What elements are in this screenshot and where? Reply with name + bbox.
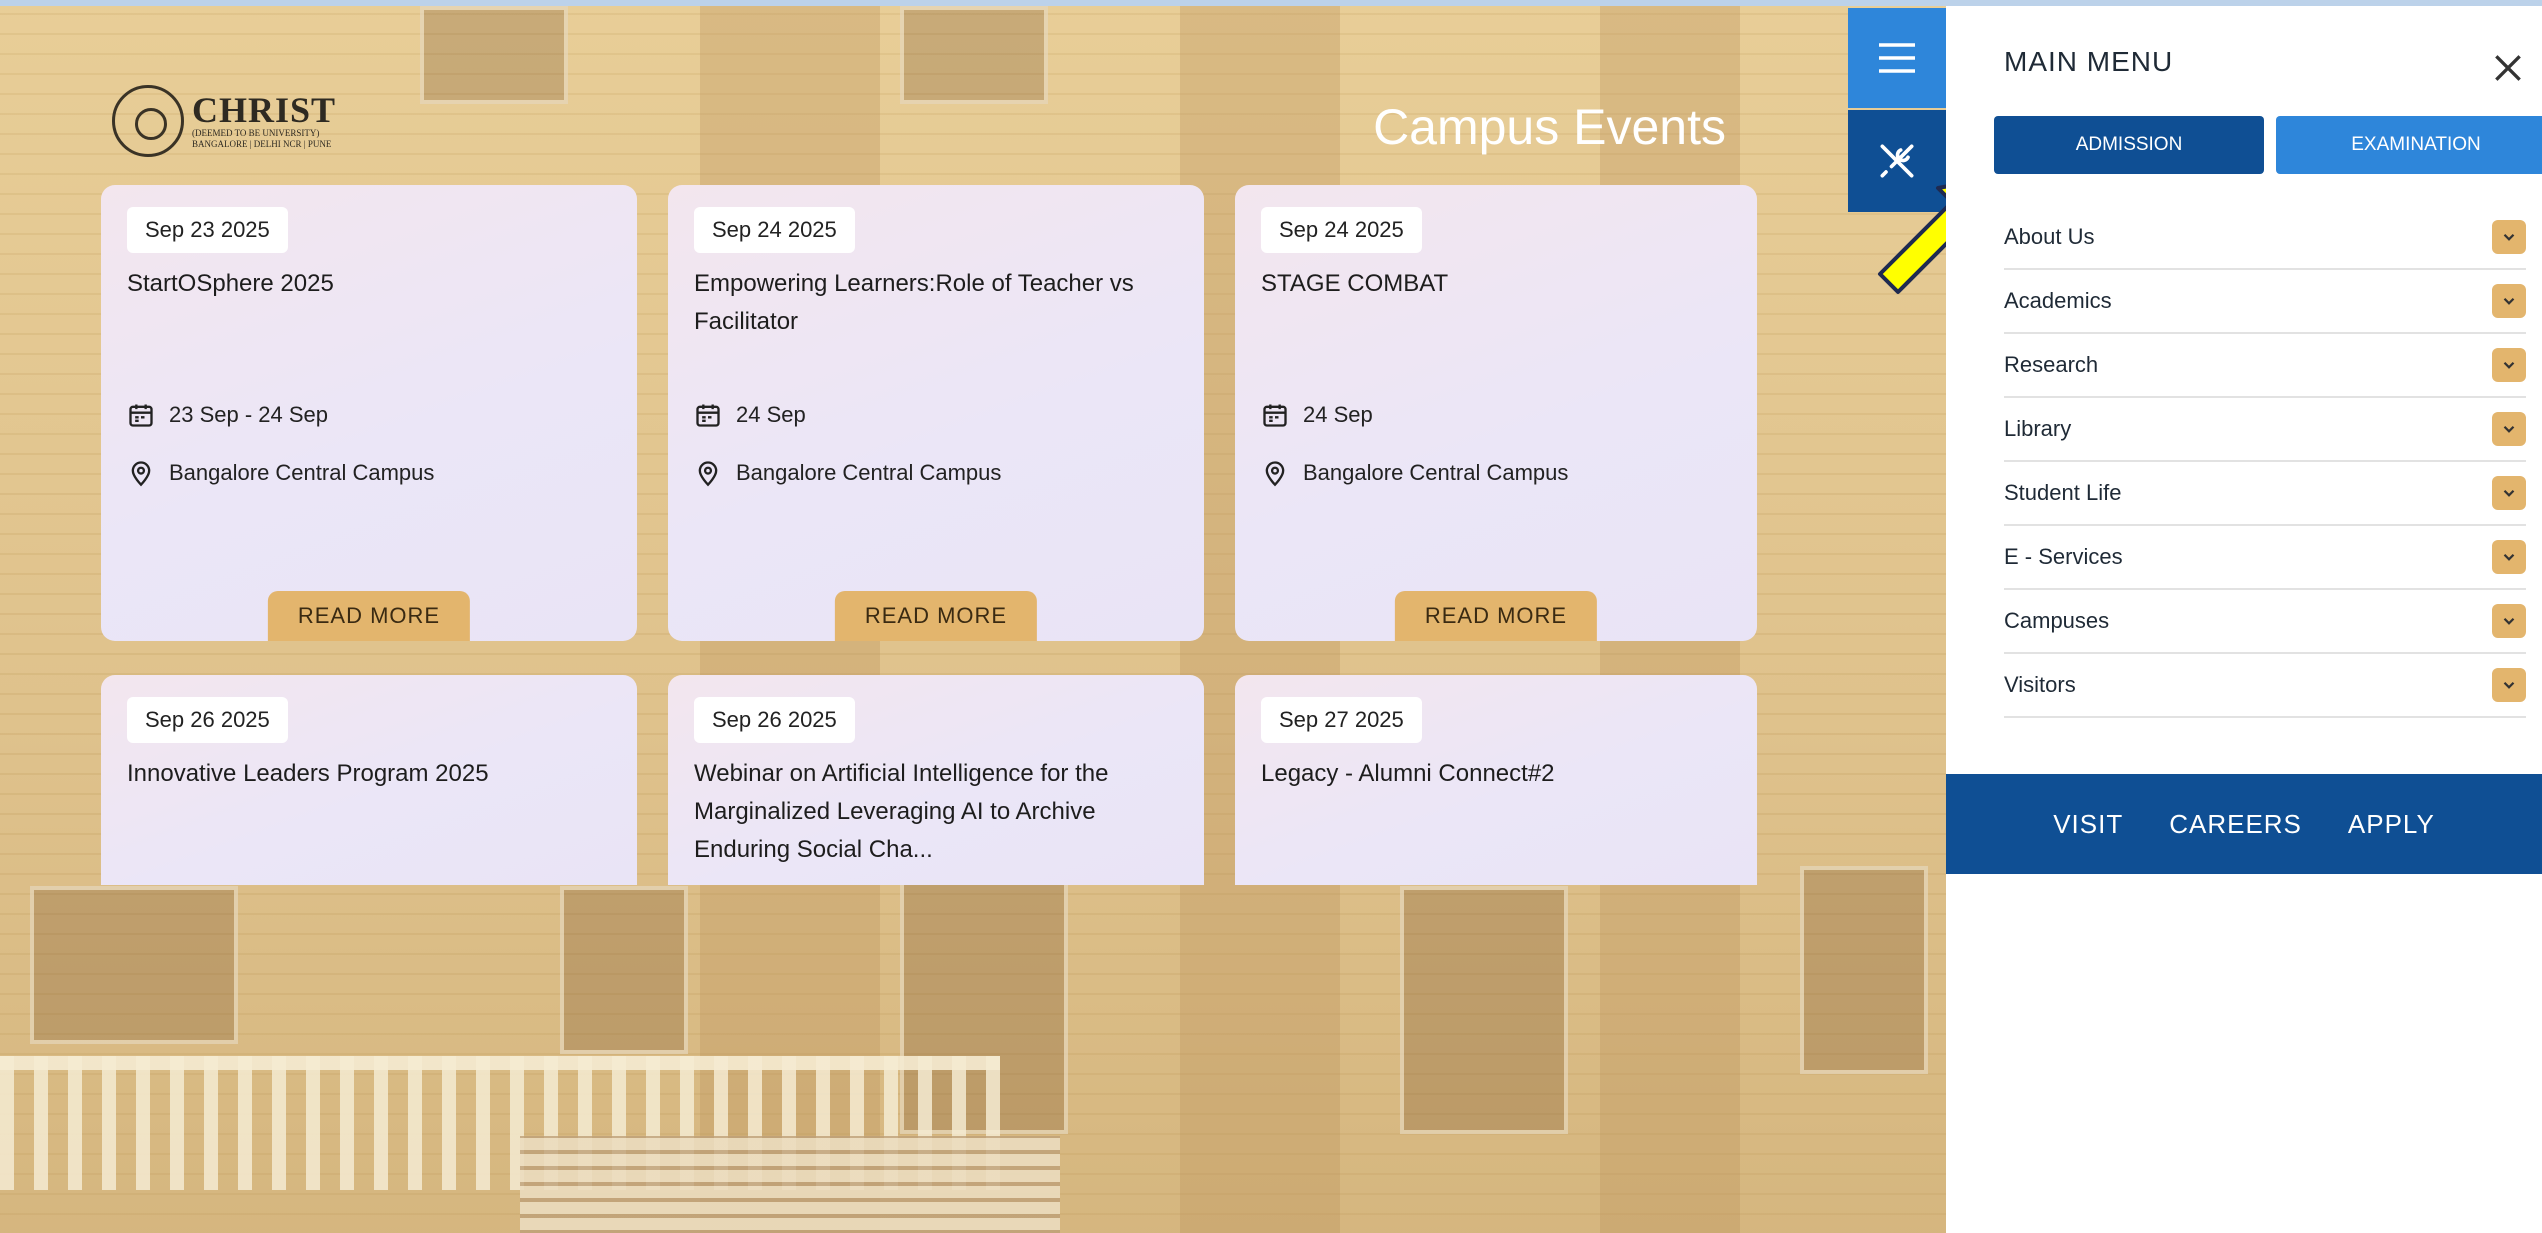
menu-item-label: Academics <box>2004 288 2112 313</box>
chevron-down-icon[interactable] <box>2492 540 2526 574</box>
menu-item-label: Visitors <box>2004 672 2076 697</box>
event-title[interactable]: Innovative Leaders Program 2025 <box>127 755 611 793</box>
menu-item-academics[interactable]: Academics <box>2004 270 2526 334</box>
menu-item-campuses[interactable]: Campuses <box>2004 590 2526 654</box>
event-card[interactable]: Sep 27 2025 Legacy - Alumni Connect#2 <box>1235 675 1757 885</box>
menu-toggle-button[interactable] <box>1848 8 1946 108</box>
logo-text: CHRIST (DEEMED TO BE UNIVERSITY) BANGALO… <box>192 92 336 150</box>
main-menu-panel: MAIN MENU ADMISSION EXAMINATION About Us… <box>1946 6 2542 1233</box>
menu-item-research[interactable]: Research <box>2004 334 2526 398</box>
event-where-text: Bangalore Central Campus <box>169 460 435 485</box>
menu-item-student-life[interactable]: Student Life <box>2004 462 2526 526</box>
event-title[interactable]: Legacy - Alumni Connect#2 <box>1261 755 1731 793</box>
event-when-text: 24 Sep <box>1303 402 1373 427</box>
read-more-button[interactable]: READ MORE <box>834 591 1038 641</box>
event-date: Sep 26 2025 <box>127 697 288 743</box>
menu-item-label: Research <box>2004 352 2099 377</box>
section-title: Campus Events <box>1373 99 1726 155</box>
chevron-down-icon[interactable] <box>2492 476 2526 510</box>
chevron-down-icon[interactable] <box>2492 668 2526 702</box>
event-where-text: Bangalore Central Campus <box>736 460 1002 485</box>
event-when: 24 Sep <box>1261 401 1373 429</box>
event-where-text: Bangalore Central Campus <box>1303 460 1569 485</box>
logo-name: CHRIST <box>192 90 337 130</box>
event-date: Sep 26 2025 <box>694 697 855 743</box>
calendar-icon <box>129 404 153 427</box>
event-title[interactable]: Empowering Learners:Role of Teacher vs F… <box>694 265 1178 341</box>
event-date: Sep 27 2025 <box>1261 697 1422 743</box>
close-icon[interactable] <box>2488 48 2528 88</box>
event-date: Sep 23 2025 <box>127 207 288 253</box>
event-where: Bangalore Central Campus <box>127 459 434 487</box>
chevron-down-icon[interactable] <box>2492 412 2526 446</box>
location-pin-icon <box>1265 461 1285 487</box>
tab-examination[interactable]: EXAMINATION <box>2276 116 2542 174</box>
menu-item-library[interactable]: Library <box>2004 398 2526 462</box>
visit-link[interactable]: VISIT <box>2053 809 2123 840</box>
event-where: Bangalore Central Campus <box>1261 459 1568 487</box>
menu-item-label: Student Life <box>2004 480 2122 505</box>
event-title[interactable]: Webinar on Artificial Intelligence for t… <box>694 755 1178 869</box>
calendar-icon <box>696 404 720 427</box>
quick-links-bar: VISIT CAREERS APPLY <box>1946 774 2542 874</box>
read-more-button[interactable]: READ MORE <box>267 591 471 641</box>
main-menu-title: MAIN MENU <box>2004 46 2174 77</box>
read-more-button[interactable]: READ MORE <box>1394 591 1598 641</box>
university-seal-icon <box>112 85 184 157</box>
location-pin-icon <box>131 461 151 487</box>
menu-item-visitors[interactable]: Visitors <box>2004 654 2526 718</box>
menu-item-label: Campuses <box>2004 608 2110 633</box>
careers-link[interactable]: CAREERS <box>2169 809 2302 840</box>
chevron-down-icon[interactable] <box>2492 348 2526 382</box>
event-when: 23 Sep - 24 Sep <box>127 401 328 429</box>
hamburger-icon <box>1879 43 1915 73</box>
calendar-icon <box>1263 404 1287 427</box>
menu-item-label: E - Services <box>2004 544 2123 569</box>
event-card[interactable]: Sep 24 2025 STAGE COMBAT 24 Sep Bangalor… <box>1235 185 1757 641</box>
christ-university-logo[interactable]: CHRIST (DEEMED TO BE UNIVERSITY) BANGALO… <box>112 82 352 160</box>
logo-campuses: BANGALORE | DELHI NCR | PUNE <box>192 139 332 149</box>
location-pin-icon <box>698 461 718 487</box>
event-card[interactable]: Sep 26 2025 Innovative Leaders Program 2… <box>101 675 637 885</box>
event-card[interactable]: Sep 26 2025 Webinar on Artificial Intell… <box>668 675 1204 885</box>
chevron-down-icon[interactable] <box>2492 220 2526 254</box>
event-card[interactable]: Sep 23 2025 StartOSphere 2025 23 Sep - 2… <box>101 185 637 641</box>
event-when-text: 24 Sep <box>736 402 806 427</box>
event-when: 24 Sep <box>694 401 806 429</box>
event-when-text: 23 Sep - 24 Sep <box>169 402 329 427</box>
event-date: Sep 24 2025 <box>1261 207 1422 253</box>
apply-link[interactable]: APPLY <box>2348 809 2435 840</box>
event-card[interactable]: Sep 24 2025 Empowering Learners:Role of … <box>668 185 1204 641</box>
tab-admission[interactable]: ADMISSION <box>1994 116 2264 174</box>
menu-item-about-us[interactable]: About Us <box>2004 206 2526 270</box>
menu-item-label: Library <box>2004 416 2072 441</box>
menu-item-label: About Us <box>2004 224 2095 249</box>
menu-item-e-services[interactable]: E - Services <box>2004 526 2526 590</box>
chevron-down-icon[interactable] <box>2492 604 2526 638</box>
event-title[interactable]: STAGE COMBAT <box>1261 265 1731 303</box>
event-date: Sep 24 2025 <box>694 207 855 253</box>
event-where: Bangalore Central Campus <box>694 459 1001 487</box>
event-title[interactable]: StartOSphere 2025 <box>127 265 611 303</box>
chevron-down-icon[interactable] <box>2492 284 2526 318</box>
logo-subtitle: (DEEMED TO BE UNIVERSITY) <box>192 128 320 138</box>
